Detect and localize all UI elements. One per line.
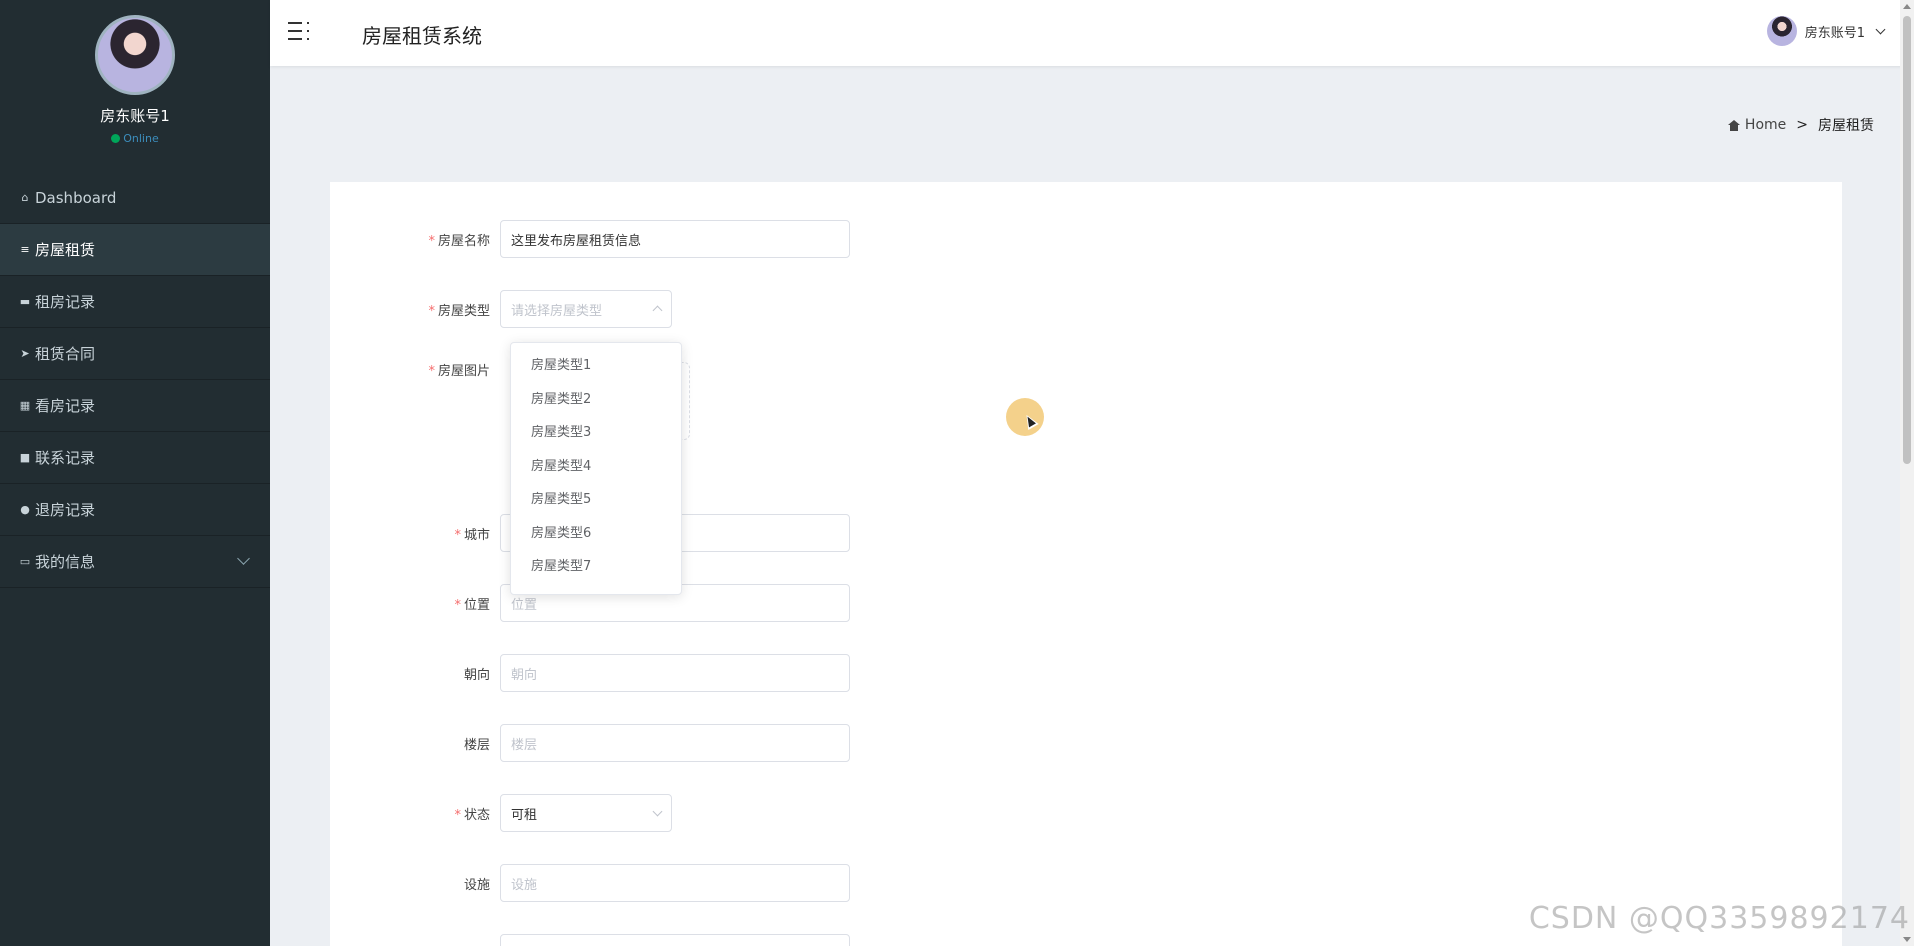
- sidebar-item-label: Dashboard: [35, 188, 117, 207]
- sidebar-item-label: 联系记录: [35, 449, 96, 467]
- header-user-name: 房东账号1: [1804, 25, 1865, 41]
- ticket-icon: ▬: [19, 295, 31, 308]
- form-row-name: * 房屋名称 这里发布房屋租赁信息: [330, 220, 850, 258]
- dropdown-option[interactable]: 房屋类型7: [511, 548, 681, 582]
- sidebar-item-checkout-records[interactable]: ● 退房记录: [0, 484, 270, 536]
- form-row-floor: 楼层 楼层: [330, 724, 850, 762]
- app-title: 房屋租赁系统: [362, 24, 482, 48]
- send-icon: ➤: [20, 347, 30, 360]
- header-avatar: [1766, 16, 1797, 46]
- scroll-down-icon[interactable]: [1903, 937, 1911, 942]
- breadcrumb-current: 房屋租赁: [1818, 118, 1874, 134]
- house-type-dropdown: 房屋类型1 房屋类型2 房屋类型3 房屋类型4 房屋类型5 房屋类型6 房屋类型…: [510, 342, 682, 595]
- home-icon: [1727, 119, 1740, 131]
- form-label: * 房屋图片: [428, 364, 490, 379]
- sidebar-item-rental-records[interactable]: ▬ 租房记录: [0, 276, 270, 328]
- chevron-down-icon: [1875, 24, 1886, 35]
- form-label: 朝向: [463, 667, 490, 683]
- online-dot-icon: [111, 134, 121, 143]
- floor-input[interactable]: 楼层: [500, 724, 850, 762]
- dropdown-option[interactable]: 房屋类型5: [511, 481, 681, 515]
- sidebar-item-house-rental[interactable]: ≡ 房屋租赁: [0, 224, 270, 276]
- sliders-icon: ≡: [20, 243, 30, 256]
- sidebar-item-label: 看房记录: [35, 397, 96, 415]
- user-menu[interactable]: 房东账号1: [1766, 16, 1886, 46]
- form-label: * 城市: [454, 527, 490, 543]
- house-name-input[interactable]: 这里发布房屋租赁信息: [500, 220, 850, 258]
- breadcrumb-home[interactable]: Home: [1727, 117, 1787, 133]
- sidebar-item-my-info[interactable]: ▭ 我的信息: [0, 536, 270, 588]
- sidebar-item-label: 房屋租赁: [35, 241, 96, 259]
- dropdown-option[interactable]: 房屋类型2: [511, 381, 681, 415]
- scroll-up-icon[interactable]: [1903, 4, 1911, 9]
- form-row-next: [330, 934, 850, 946]
- sidebar-item-viewing-records[interactable]: ▦ 看房记录: [0, 380, 270, 432]
- breadcrumb-home-label: Home: [1744, 117, 1787, 133]
- chevron-up-icon: [652, 305, 663, 316]
- form-label: * 房屋类型: [428, 303, 490, 319]
- status-select[interactable]: 可租: [500, 794, 672, 832]
- home-outline-icon: ⌂: [21, 191, 29, 204]
- orientation-input[interactable]: 朝向: [500, 654, 850, 692]
- next-input[interactable]: [500, 934, 850, 946]
- sidebar-item-lease-contract[interactable]: ➤ 租赁合同: [0, 328, 270, 380]
- scrollbar-thumb[interactable]: [1903, 16, 1911, 464]
- menu-toggle-icon[interactable]: [288, 22, 310, 42]
- form-row-facilities: 设施 设施: [330, 864, 850, 902]
- dropdown-option[interactable]: 房屋类型3: [511, 414, 681, 448]
- dropdown-option[interactable]: 房屋类型1: [511, 347, 681, 381]
- online-status: Online: [0, 132, 270, 145]
- breadcrumb-separator: >: [1796, 117, 1808, 133]
- sidebar-item-label: 租赁合同: [35, 345, 96, 363]
- sidebar: 房东账号1 Online ⌂ Dashboard ≡ 房屋租赁 ▬ 租房记录 ➤…: [0, 0, 270, 946]
- avatar: [95, 15, 175, 95]
- chevron-down-icon: [237, 552, 250, 565]
- form-label: * 房屋名称: [428, 233, 490, 249]
- user-profile: 房东账号1 Online: [0, 0, 270, 172]
- form-row-type: * 房屋类型 请选择房屋类型: [330, 290, 672, 328]
- form-label: * 位置: [454, 597, 490, 613]
- form-row-orientation: 朝向 朝向: [330, 654, 850, 692]
- dropdown-option[interactable]: 房屋类型6: [511, 515, 681, 549]
- page-scrollbar[interactable]: [1900, 0, 1914, 946]
- form-row-status: * 状态 可租: [330, 794, 672, 832]
- card-icon: ▭: [19, 555, 31, 568]
- breadcrumb: Home > 房屋租赁: [1727, 115, 1874, 135]
- form-row-image: * 房屋图片: [330, 360, 500, 379]
- form-label: 楼层: [463, 737, 490, 753]
- form-label: 设施: [463, 877, 490, 893]
- sidebar-user-name: 房东账号1: [100, 107, 170, 125]
- sidebar-item-label: 我的信息: [35, 553, 96, 571]
- user-icon: ●: [20, 503, 30, 516]
- facilities-input[interactable]: 设施: [500, 864, 850, 902]
- grid-icon: ▦: [19, 399, 31, 412]
- online-label: Online: [123, 132, 159, 145]
- watermark: CSDN @QQ3359892174: [1528, 901, 1910, 936]
- lock-icon: ■: [19, 451, 31, 464]
- chevron-down-icon: [652, 806, 663, 817]
- sidebar-item-contact-records[interactable]: ■ 联系记录: [0, 432, 270, 484]
- top-header: 房屋租赁系统 房东账号1: [270, 0, 1914, 66]
- sidebar-item-dashboard[interactable]: ⌂ Dashboard: [0, 172, 270, 224]
- sidebar-item-label: 租房记录: [35, 293, 96, 311]
- house-type-select[interactable]: 请选择房屋类型: [500, 290, 672, 328]
- dropdown-option[interactable]: 房屋类型4: [511, 448, 681, 482]
- sidebar-item-label: 退房记录: [35, 501, 96, 519]
- form-label: * 状态: [454, 807, 490, 823]
